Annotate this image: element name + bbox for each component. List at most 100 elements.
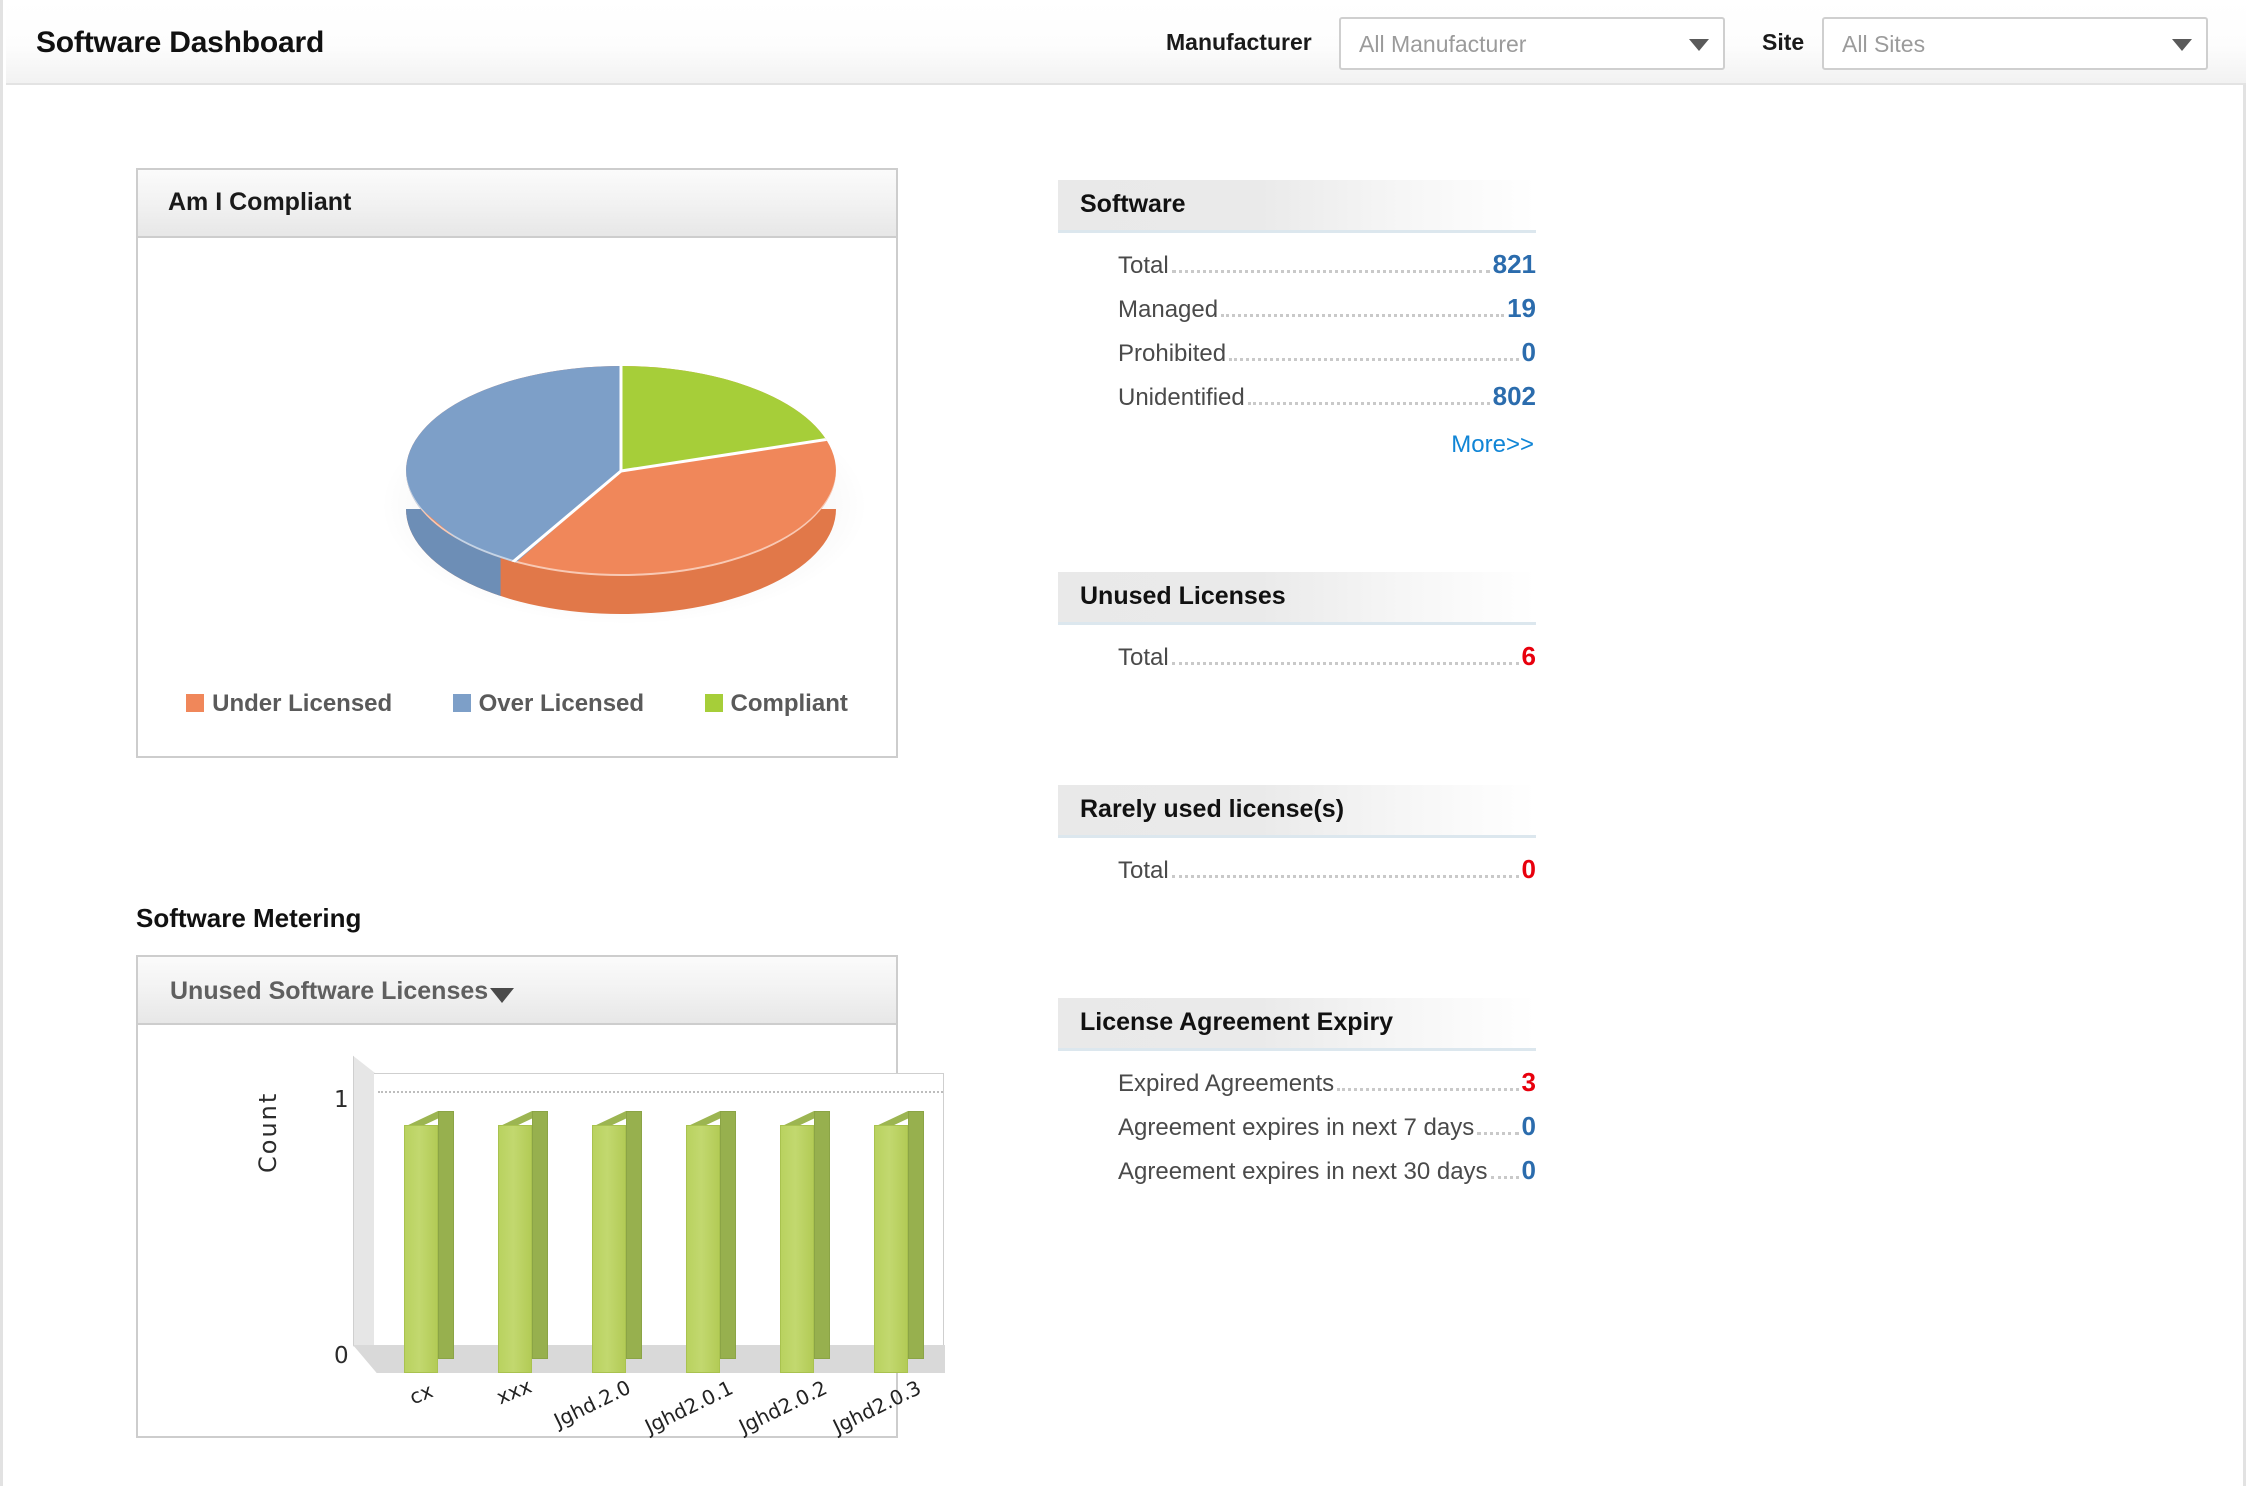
y-axis-title: Count <box>254 1092 282 1173</box>
dashboard-page: Software Dashboard Manufacturer All Manu… <box>0 0 2246 1486</box>
bar-front-face <box>874 1125 908 1373</box>
stat-row[interactable]: Managed 19 <box>1058 293 1536 337</box>
legend-item-under-licensed[interactable]: Under Licensed <box>186 690 392 718</box>
row-value: 0 <box>1522 1155 1536 1186</box>
compliance-pie-chart[interactable] <box>138 238 896 668</box>
software-card-rows: Total 821 Managed 19 Prohibited 0 Uniden… <box>1058 233 1536 459</box>
site-select[interactable]: All Sites <box>1822 17 2208 70</box>
row-label: Unidentified <box>1118 384 1245 412</box>
leader-dots <box>1248 402 1490 405</box>
stat-row[interactable]: Total 821 <box>1058 249 1536 293</box>
chart-back-wall <box>374 1073 944 1363</box>
bar-front-face <box>592 1125 626 1373</box>
metering-panel-header[interactable]: Unused Software Licenses <box>138 957 896 1025</box>
am-i-compliant-panel: Am I Compliant <box>136 168 898 758</box>
pie-stage <box>406 366 836 576</box>
legend-label-under-licensed: Under Licensed <box>212 690 392 717</box>
bar-front-face <box>780 1125 814 1373</box>
bar-side-face <box>908 1111 924 1359</box>
row-label: Total <box>1118 644 1169 672</box>
license-agreement-expiry-card-header: License Agreement Expiry <box>1058 998 1536 1051</box>
software-card: Software Total 821 Managed 19 Prohibited… <box>1058 180 1536 459</box>
rarely-used-licenses-card-header: Rarely used license(s) <box>1058 785 1536 838</box>
row-label: Agreement expires in next 30 days <box>1118 1158 1488 1186</box>
legend-swatch-under-licensed <box>186 694 204 712</box>
row-label: Prohibited <box>1118 340 1226 368</box>
rarely-used-licenses-card-rows: Total 0 <box>1058 838 1536 898</box>
bar-front-face <box>498 1125 532 1373</box>
stat-row[interactable]: Expired Agreements 3 <box>1058 1067 1536 1111</box>
leader-dots <box>1229 358 1518 361</box>
chevron-down-icon <box>2172 39 2192 51</box>
leader-dots <box>1172 662 1519 665</box>
manufacturer-select[interactable]: All Manufacturer <box>1339 17 1725 70</box>
am-i-compliant-header: Am I Compliant <box>138 170 896 238</box>
legend-label-compliant: Compliant <box>731 690 848 717</box>
manufacturer-select-value: All Manufacturer <box>1359 31 1526 58</box>
unused-licenses-card-title: Unused Licenses <box>1080 582 1286 611</box>
x-label-1: xxx <box>493 1374 535 1410</box>
top-bar: Software Dashboard Manufacturer All Manu… <box>6 0 2246 85</box>
unused-licenses-card-rows: Total 6 <box>1058 625 1536 685</box>
row-value: 0 <box>1522 337 1536 368</box>
x-label-0: cx <box>406 1378 436 1409</box>
stat-row[interactable]: Unidentified 802 <box>1058 381 1536 425</box>
rarely-used-licenses-card-title: Rarely used license(s) <box>1080 795 1344 824</box>
row-label: Total <box>1118 252 1169 280</box>
manufacturer-filter-label: Manufacturer <box>1166 29 1312 56</box>
x-label-4: Jghd2.0.2 <box>735 1375 831 1438</box>
pie-legend: Under Licensed Over Licensed Compliant <box>138 690 896 718</box>
x-label-2: Jghd.2.0 <box>550 1375 634 1433</box>
legend-item-compliant[interactable]: Compliant <box>705 690 848 718</box>
am-i-compliant-title: Am I Compliant <box>168 188 351 217</box>
row-value: 821 <box>1493 249 1536 280</box>
software-card-header: Software <box>1058 180 1536 233</box>
bar-side-face <box>438 1111 454 1359</box>
bar-side-face <box>532 1111 548 1359</box>
row-value: 19 <box>1507 293 1536 324</box>
chevron-down-icon <box>1689 39 1709 51</box>
bar-front-face <box>404 1125 438 1373</box>
stat-row[interactable]: Agreement expires in next 30 days 0 <box>1058 1155 1536 1199</box>
software-card-title: Software <box>1080 190 1186 219</box>
rarely-used-licenses-card: Rarely used license(s) Total 0 <box>1058 785 1536 898</box>
license-agreement-expiry-card-rows: Expired Agreements 3 Agreement expires i… <box>1058 1051 1536 1199</box>
pie-rim <box>406 366 836 576</box>
y-tick-1: 1 <box>334 1087 896 1113</box>
metering-panel-title: Unused Software Licenses <box>170 977 488 1006</box>
legend-label-over-licensed: Over Licensed <box>479 690 644 717</box>
leader-dots <box>1337 1088 1518 1091</box>
license-agreement-expiry-card-title: License Agreement Expiry <box>1080 1008 1393 1037</box>
stat-row[interactable]: Total 0 <box>1058 854 1536 898</box>
unused-software-licenses-bar-chart[interactable]: 1 0 Count <box>138 1025 896 1436</box>
software-metering-title: Software Metering <box>136 903 361 934</box>
row-value: 802 <box>1493 381 1536 412</box>
legend-item-over-licensed[interactable]: Over Licensed <box>453 690 644 718</box>
software-more-link[interactable]: More>> <box>1058 431 1536 459</box>
bar-side-face <box>814 1111 830 1359</box>
bar-side-face <box>626 1111 642 1359</box>
triangle-down-icon[interactable] <box>490 988 514 1003</box>
legend-swatch-compliant <box>705 694 723 712</box>
stat-row[interactable]: Agreement expires in next 7 days 0 <box>1058 1111 1536 1155</box>
row-value: 0 <box>1522 1111 1536 1142</box>
row-label: Agreement expires in next 7 days <box>1118 1114 1474 1142</box>
row-value: 6 <box>1522 641 1536 672</box>
row-value: 0 <box>1522 854 1536 885</box>
site-select-value: All Sites <box>1842 31 1925 58</box>
legend-swatch-over-licensed <box>453 694 471 712</box>
bar-front-face <box>686 1125 720 1373</box>
page-title: Software Dashboard <box>36 26 324 60</box>
stat-row[interactable]: Prohibited 0 <box>1058 337 1536 381</box>
leader-dots <box>1477 1132 1518 1135</box>
software-metering-panel: Unused Software Licenses 1 0 Count <box>136 955 898 1438</box>
x-label-5: Jghd2.0.3 <box>829 1375 925 1438</box>
row-value: 3 <box>1522 1067 1536 1098</box>
leader-dots <box>1172 270 1490 273</box>
leader-dots <box>1172 875 1519 878</box>
license-agreement-expiry-card: License Agreement Expiry Expired Agreeme… <box>1058 998 1536 1199</box>
stat-row[interactable]: Total 6 <box>1058 641 1536 685</box>
site-filter-label: Site <box>1762 29 1804 56</box>
unused-licenses-card: Unused Licenses Total 6 <box>1058 572 1536 685</box>
bar-side-face <box>720 1111 736 1359</box>
